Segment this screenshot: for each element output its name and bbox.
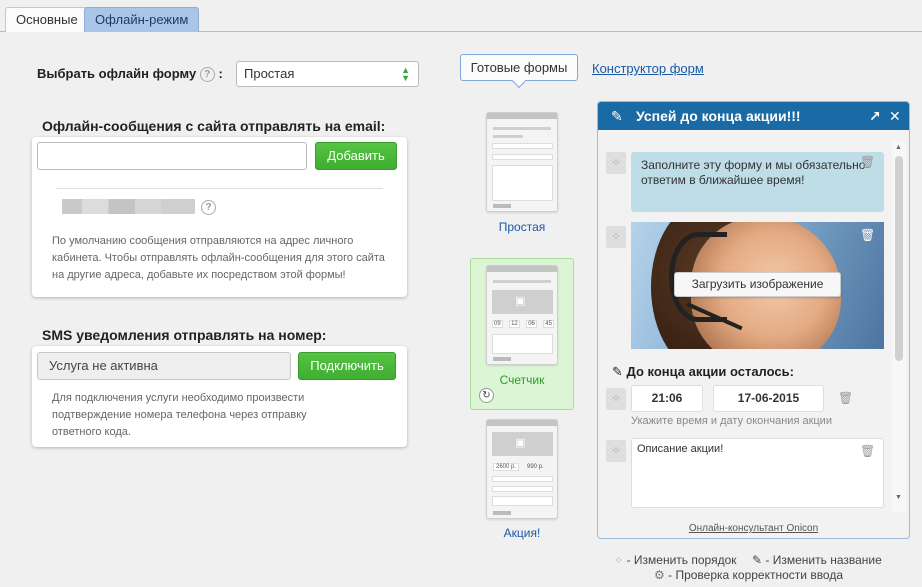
trash-icon[interactable]: 🗑: [838, 391, 853, 405]
sms-description: Для подключения услуги необходимо произв…: [52, 392, 307, 438]
add-email-button[interactable]: Добавить: [315, 142, 397, 170]
time-input[interactable]: 21:06: [631, 385, 703, 412]
counter-digit: 09: [492, 320, 503, 328]
widget-scrollbar[interactable]: ▲ ▼: [892, 142, 906, 512]
countdown-title[interactable]: До конца акции осталось:: [627, 364, 794, 379]
sms-section-title: SMS уведомления отправлять на номер:: [42, 327, 327, 343]
counter-digit: 12: [509, 320, 520, 328]
blurred-email: [62, 199, 195, 214]
pencil-icon[interactable]: ✎: [611, 102, 623, 130]
select-value: Простая: [244, 66, 295, 81]
new-price: 990 р.: [527, 464, 544, 470]
connect-button[interactable]: Подключить: [298, 352, 396, 380]
refresh-icon[interactable]: ↻: [479, 388, 494, 403]
drag-handle-icon[interactable]: ⁘: [606, 388, 626, 410]
legend-validate: ⚙ - Проверка корректности ввода: [654, 568, 843, 582]
tab-bar: Основные Офлайн-режим: [0, 0, 922, 32]
image-icon: ▣: [515, 295, 526, 307]
tab-basic[interactable]: Основные: [5, 7, 89, 32]
drag-handle-icon: ⁘: [614, 555, 624, 567]
legend-reorder-text: - Изменить порядок: [626, 553, 737, 567]
sms-status-field: Услуга не активна: [37, 352, 291, 380]
legend-validate-text: - Проверка корректности ввода: [668, 568, 844, 582]
pencil-icon[interactable]: ✎: [612, 364, 623, 379]
thumb-promo-label[interactable]: Акция!: [472, 526, 572, 540]
trash-icon[interactable]: 🗑: [860, 228, 875, 242]
legend-reorder: ⁘ - Изменить порядок: [614, 553, 737, 567]
drag-handle-icon[interactable]: ⁘: [606, 152, 626, 174]
legend-rename-text: - Изменить название: [765, 553, 882, 567]
pencil-icon: ✎: [752, 553, 763, 567]
description-textarea[interactable]: Описание акции!: [631, 438, 884, 508]
counter-digit: 06: [526, 320, 537, 328]
drag-handle-icon[interactable]: ⁘: [606, 440, 626, 462]
widget-preview: ✎ Успей до конца акции!!! ↗ ✕ ⁘ Заполнит…: [597, 101, 910, 539]
thumb-simple-label[interactable]: Простая: [472, 220, 572, 234]
tab-offline[interactable]: Офлайн-режим: [84, 7, 200, 32]
ready-forms-button[interactable]: Готовые формы: [460, 54, 578, 81]
widget-footer-link[interactable]: Онлайн-консультант Onicon: [598, 523, 909, 534]
select-form-label-row: Выбрать офлайн форму ? :: [37, 66, 223, 83]
close-icon[interactable]: ✕: [889, 102, 901, 130]
gear-icon: ⚙: [654, 568, 665, 582]
widget-header: ✎ Успей до конца акции!!! ↗ ✕: [598, 102, 909, 130]
email-input[interactable]: [37, 142, 307, 170]
divider: [56, 188, 383, 189]
thumb-counter[interactable]: ▣ 09 12 06 45: [486, 265, 558, 365]
offline-form-select[interactable]: Простая ▲ ▼: [236, 61, 419, 87]
image-icon: ▣: [515, 437, 526, 449]
select-form-colon: :: [218, 66, 223, 81]
form-constructor-link[interactable]: Конструктор форм: [592, 61, 704, 76]
counter-digit: 45: [543, 320, 554, 328]
drag-handle-icon[interactable]: ⁘: [606, 226, 626, 248]
countdown-hint: Укажите время и дату окончания акции: [631, 415, 832, 427]
help-icon[interactable]: ?: [201, 200, 216, 215]
email-description: По умолчанию сообщения отправляются на а…: [52, 235, 385, 281]
select-arrows-icon: ▲ ▼: [401, 65, 410, 83]
trash-icon[interactable]: 🗑: [860, 155, 875, 169]
thumb-counter-label[interactable]: Счетчик: [472, 373, 572, 387]
trash-icon[interactable]: 🗑: [860, 444, 875, 458]
select-form-label: Выбрать офлайн форму: [37, 66, 197, 81]
expand-icon[interactable]: ↗: [869, 102, 881, 130]
thumb-simple[interactable]: [486, 112, 558, 212]
email-section-title: Офлайн-сообщения с сайта отправлять на e…: [42, 118, 386, 134]
legend-rename: ✎ - Изменить название: [752, 553, 882, 567]
thumb-promo[interactable]: ▣ 2600 р. 990 р.: [486, 419, 558, 519]
help-icon[interactable]: ?: [199, 67, 215, 83]
widget-title[interactable]: Успей до конца акции!!!: [636, 108, 801, 124]
upload-image-button[interactable]: Загрузить изображение: [674, 272, 841, 297]
date-input[interactable]: 17-06-2015: [713, 385, 824, 412]
countdown-title-row: ✎ До конца акции осталось:: [612, 364, 794, 380]
intro-message: Заполните эту форму и мы обязательно отв…: [631, 152, 884, 212]
old-price: 2600 р.: [493, 463, 520, 471]
